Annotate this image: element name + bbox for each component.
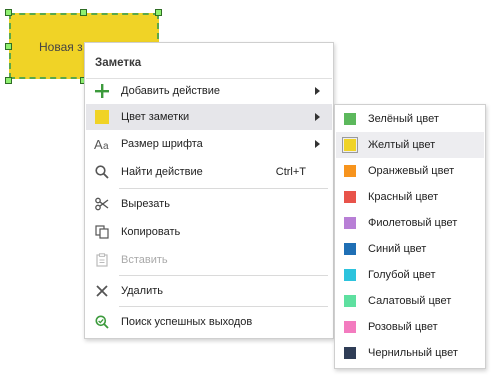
menu-item-copy[interactable]: Копировать: [86, 219, 332, 245]
menu-item-label: Удалить: [121, 285, 163, 297]
color-option-orange[interactable]: Оранжевый цвет: [336, 158, 484, 184]
color-option-yellow[interactable]: Желтый цвет: [336, 132, 484, 158]
menu-item-font-size[interactable]: Aa Размер шрифта: [86, 131, 332, 157]
color-option-label: Фиолетовый цвет: [368, 217, 458, 229]
search-success-icon: [94, 314, 110, 330]
color-swatch: [344, 269, 356, 281]
color-option-label: Желтый цвет: [368, 139, 436, 151]
menu-item-label: Найти действие: [121, 166, 203, 178]
color-swatch-icon: [94, 109, 110, 125]
plus-icon: [94, 83, 110, 99]
color-option-label: Голубой цвет: [368, 269, 436, 281]
menu-item-label: Цвет заметки: [121, 111, 190, 123]
color-swatch: [344, 347, 356, 359]
context-menu: Заметка Добавить действие Цвет заметки A…: [84, 42, 334, 339]
menu-item-label: Поиск успешных выходов: [121, 316, 253, 328]
color-swatch: [344, 321, 356, 333]
menu-item-label: Размер шрифта: [121, 138, 203, 150]
color-swatch: [344, 113, 356, 125]
menu-title: Заметка: [95, 57, 142, 69]
color-swatch: [344, 217, 356, 229]
submenu-arrow-icon: [315, 113, 320, 121]
divider: [119, 275, 328, 276]
menu-item-note-color[interactable]: Цвет заметки: [86, 104, 332, 130]
shortcut-label: Ctrl+T: [275, 166, 306, 178]
divider: [119, 188, 328, 189]
copy-icon: [94, 224, 110, 240]
submenu-arrow-icon: [315, 87, 320, 95]
color-option-purple[interactable]: Фиолетовый цвет: [336, 210, 484, 236]
menu-item-delete[interactable]: Удалить: [86, 278, 332, 304]
color-option-pink[interactable]: Розовый цвет: [336, 314, 484, 340]
color-swatch: [344, 191, 356, 203]
close-icon: [94, 283, 110, 299]
menu-item-label: Копировать: [121, 226, 181, 238]
color-submenu: Зелёный цвет Желтый цвет Оранжевый цвет …: [334, 104, 486, 369]
menu-item-label: Добавить действие: [121, 85, 220, 97]
color-option-light-blue[interactable]: Голубой цвет: [336, 262, 484, 288]
color-swatch: [344, 295, 356, 307]
color-swatch: [344, 165, 356, 177]
color-option-ink[interactable]: Чернильный цвет: [336, 340, 484, 366]
note-text: Новая з: [39, 40, 83, 54]
svg-text:a: a: [103, 141, 109, 151]
divider: [119, 306, 328, 307]
color-swatch: [342, 137, 358, 153]
color-option-label: Чернильный цвет: [368, 347, 458, 359]
menu-item-paste: Вставить: [86, 247, 332, 273]
menu-item-find-action[interactable]: Найти действие Ctrl+T: [86, 159, 332, 185]
color-option-label: Красный цвет: [368, 191, 439, 203]
font-size-icon: Aa: [94, 136, 110, 152]
color-option-label: Зелёный цвет: [368, 113, 439, 125]
resize-handle-bottom-left[interactable]: [5, 77, 12, 84]
color-swatch: [344, 243, 356, 255]
scissors-icon: [94, 196, 110, 212]
svg-text:A: A: [94, 137, 103, 151]
color-option-label: Оранжевый цвет: [368, 165, 455, 177]
menu-item-find-successful-exits[interactable]: Поиск успешных выходов: [86, 309, 332, 335]
menu-item-add-action[interactable]: Добавить действие: [86, 78, 332, 104]
color-option-red[interactable]: Красный цвет: [336, 184, 484, 210]
menu-item-cut[interactable]: Вырезать: [86, 191, 332, 217]
color-option-label: Салатовый цвет: [368, 295, 452, 307]
resize-handle-top-left[interactable]: [5, 9, 12, 16]
color-option-label: Розовый цвет: [368, 321, 438, 333]
color-option-label: Синий цвет: [368, 243, 427, 255]
resize-handle-top[interactable]: [80, 9, 87, 16]
color-option-blue[interactable]: Синий цвет: [336, 236, 484, 262]
menu-item-label: Вырезать: [121, 198, 170, 210]
color-option-lime[interactable]: Салатовый цвет: [336, 288, 484, 314]
resize-handle-top-right[interactable]: [155, 9, 162, 16]
color-option-green[interactable]: Зелёный цвет: [336, 106, 484, 132]
submenu-arrow-icon: [315, 140, 320, 148]
resize-handle-left[interactable]: [5, 43, 12, 50]
menu-item-label: Вставить: [121, 254, 168, 266]
paste-icon: [94, 252, 110, 268]
search-icon: [94, 164, 110, 180]
